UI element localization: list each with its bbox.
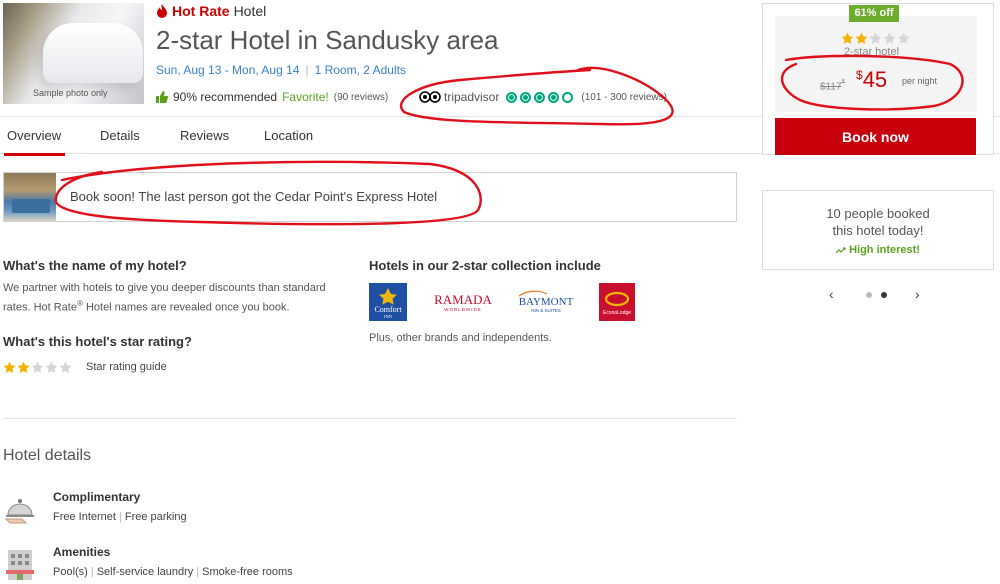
hotel-details-heading: Hotel details [3, 447, 92, 464]
price-star-label: 2-star hotel [844, 46, 900, 58]
star-empty-icon [59, 361, 72, 373]
thumbs-up-icon [156, 91, 168, 103]
carousel-dot[interactable] [866, 292, 872, 298]
hotel-photo[interactable]: Sample photo only [3, 3, 144, 104]
baymont-logo-text: BAYMONT [519, 296, 574, 308]
collection-title: Hotels in our 2-star collection include [369, 258, 601, 273]
photo-caption: Sample photo only [33, 88, 108, 98]
price-star-rating [841, 32, 910, 45]
tripadvisor-review-count: (101 - 300 reviews) [581, 91, 667, 103]
recommended-percent: 90% recommended [173, 90, 278, 104]
star-empty-icon [869, 32, 882, 44]
star-empty-icon [897, 32, 910, 44]
favorite-label: Favorite! [282, 90, 329, 104]
price-panel [775, 16, 977, 112]
brand-suffix: Hotel [233, 3, 267, 19]
econo-lodge-logo: EconoLodge [599, 283, 635, 321]
tripadvisor-name: tripadvisor [444, 90, 500, 104]
flame-icon [157, 4, 167, 18]
booked-today-text: this hotel today! [832, 223, 924, 238]
ramada-logo-text: RAMADA [434, 292, 492, 307]
baymont-logo-subtext: INN & SUITES [531, 308, 561, 313]
star-rating [3, 361, 72, 374]
comfort-inn-logo: Comfort INN [369, 283, 407, 321]
brand-name: Hot Rate [172, 3, 230, 19]
urgency-banner: Book soon! The last person got the Cedar… [3, 172, 737, 222]
rooms-guests-link[interactable]: 1 Room, 2 Adults [315, 63, 406, 77]
star-filled-icon [855, 32, 868, 44]
star-rating-question: What's this hotel's star rating? [3, 334, 192, 349]
trend-up-icon [835, 247, 846, 254]
booked-count-text: 10 people booked [826, 206, 930, 221]
econo-logo-text: EconoLodge [603, 310, 631, 316]
carousel-controls: ‹ › [826, 286, 926, 304]
discount-badge: 61% off [849, 5, 899, 22]
baymont-logo: BAYMONT INN & SUITES [518, 290, 574, 313]
collection-note: Plus, other brands and independents. [369, 332, 552, 344]
original-price: $117* [820, 77, 846, 93]
tab-details[interactable]: Details [100, 128, 140, 143]
rating-bubble-full [534, 91, 546, 103]
high-interest-label: High interest! [763, 244, 993, 256]
hotel-name-question: What's the name of my hotel? [3, 258, 187, 273]
tripadvisor-rating[interactable]: tripadvisor (101 - 300 reviews) [419, 90, 667, 104]
tripadvisor-owl-icon [419, 91, 441, 103]
rating-bubble-full [548, 91, 560, 103]
per-night-label: per night [902, 76, 938, 86]
comfort-logo-subtext: INN [384, 314, 393, 319]
hotel-room-thumbnail [4, 173, 56, 221]
star-empty-icon [45, 361, 58, 373]
comfort-logo-text: Comfort [374, 305, 402, 314]
ramada-logo: RAMADA WORLDWIDE [434, 292, 492, 312]
rating-bubble-full [506, 91, 518, 103]
hotel-building-icon [6, 550, 34, 580]
star-empty-icon [31, 361, 44, 373]
star-filled-icon [3, 361, 16, 373]
star-empty-icon [883, 32, 896, 44]
complimentary-list: Free Internet | Free parking [53, 511, 187, 523]
star-filled-icon [17, 361, 30, 373]
tab-reviews[interactable]: Reviews [180, 128, 229, 143]
trip-summary: Sun, Aug 13 - Mon, Aug 14 | 1 Room, 2 Adul… [156, 63, 406, 77]
booking-interest-card: 10 people booked this hotel today! High … [762, 190, 994, 270]
amenities-title: Amenities [53, 545, 111, 559]
tab-location[interactable]: Location [264, 128, 313, 143]
complimentary-title: Complimentary [53, 490, 141, 504]
star-rating-guide-link[interactable]: Star rating guide [86, 361, 167, 373]
rating-bubble-empty [562, 91, 574, 103]
tab-overview[interactable]: Overview [3, 128, 66, 156]
amenities-list: Pool(s) | Self-service laundry | Smoke-free … [53, 566, 293, 578]
room-service-icon [4, 499, 34, 524]
ramada-logo-subtext: WORLDWIDE [444, 307, 482, 312]
carousel-prev-button[interactable]: ‹ [829, 286, 834, 302]
hot-rate-brand: Hot Rate Hotel [156, 3, 266, 19]
page-title: 2-star Hotel in Sandusky area [156, 25, 499, 55]
rating-bubble-full [520, 91, 532, 103]
review-count-link[interactable]: (90 reviews) [334, 92, 388, 103]
urgency-message: Book soon! The last person got the Cedar… [70, 189, 438, 204]
carousel-dot-active[interactable] [881, 292, 887, 298]
stay-dates-link[interactable]: Sun, Aug 13 - Mon, Aug 14 [156, 63, 299, 77]
section-divider [3, 418, 737, 419]
pillow-graphic [43, 23, 143, 83]
star-filled-icon [841, 32, 854, 44]
recommendation: 90% recommended Favorite! (90 reviews) [156, 90, 388, 104]
hotel-name-answer: We partner with hotels to give you deepe… [3, 282, 326, 314]
current-price: $45 [856, 67, 888, 92]
carousel-next-button[interactable]: › [915, 286, 920, 302]
book-now-button[interactable]: Book now [775, 118, 976, 155]
